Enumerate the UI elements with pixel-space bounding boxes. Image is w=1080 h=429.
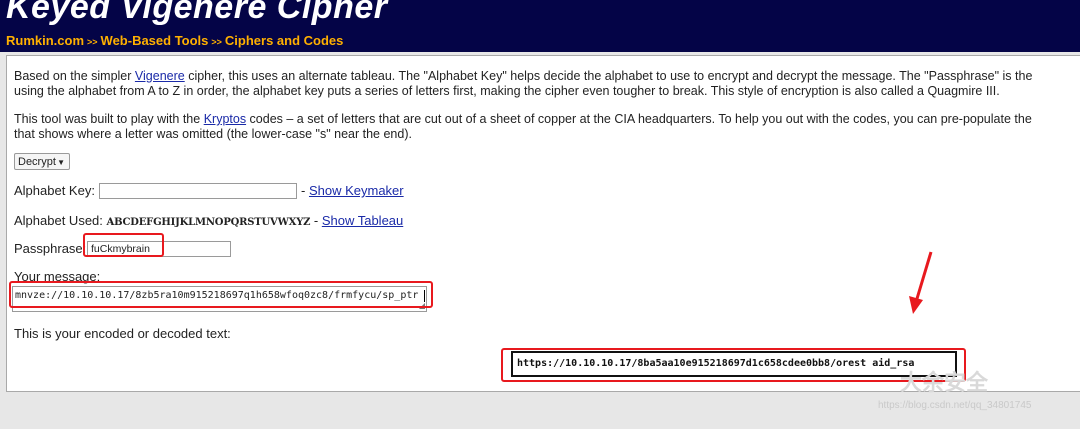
alphabet-used-value: ABCDEFGHIJKLMNOPQRSTUVWXYZ [106,217,311,228]
red-arrow-icon [909,251,933,314]
keymaker-row: - Show Keymaker [301,183,404,198]
passphrase-label: Passphrase: [14,241,87,256]
breadcrumb-home-link[interactable]: Rumkin.com [6,33,84,48]
intro-line-1: Based on the simpler Vigenere cipher, th… [14,69,1032,84]
alphabet-key-label: Alphabet Key: [14,183,95,198]
wechat-watermark: 大余安全 [900,370,989,395]
breadcrumb-tools-link[interactable]: Web-Based Tools [101,33,209,48]
mode-select-value: Decrypt [18,156,56,168]
intro-text: Based on the simpler [14,69,135,83]
intro-line-2: using the alphabet from A to Z in order,… [14,84,1000,98]
url-watermark: https://blog.csdn.net/qq_34801745 [878,400,1032,411]
breadcrumb: Rumkin.com >> Web-Based Tools >> Ciphers and… [6,33,343,48]
intro-line-3: This tool was built to play with the Kry… [14,112,1032,127]
intro-text: This tool was built to play with the [14,112,204,126]
message-highlight [9,281,433,308]
intro-text: cipher, this uses an alternate tableau. … [184,69,1033,83]
result-label: This is your encoded or decoded text: [14,326,231,341]
page-title: Keyed Vigenère Cipher [6,0,388,26]
show-tableau-link[interactable]: Show Tableau [322,213,403,228]
kryptos-link[interactable]: Kryptos [204,112,246,126]
intro-line-4: that shows where a letter was omitted (t… [14,127,412,141]
breadcrumb-ciphers-link[interactable]: Ciphers and Codes [225,33,343,48]
breadcrumb-separator: >> [211,37,222,47]
alphabet-used-label: Alphabet Used: [14,213,103,228]
breadcrumb-separator: >> [87,37,98,47]
site-header: Keyed Vigenère Cipher Rumkin.com >> Web-Ba… [0,0,1080,52]
passphrase-highlight [83,233,164,257]
mode-select[interactable]: Decrypt ▼ [14,153,70,170]
separator-dash: - [301,183,306,198]
intro-text: codes – a set of letters that are cut ou… [246,112,1032,126]
main-content: Based on the simpler Vigenere cipher, th… [6,55,1080,392]
vigenere-link[interactable]: Vigenere [135,69,185,83]
show-keymaker-link[interactable]: Show Keymaker [309,183,404,198]
alphabet-used-row: Alphabet Used: ABCDEFGHIJKLMNOPQRSTUVWXY… [14,213,403,228]
alphabet-key-input[interactable] [99,183,297,199]
separator-dash: - [313,213,319,228]
result-highlight [501,348,966,382]
dropdown-arrow-icon: ▼ [57,158,65,167]
alphabet-key-row: Alphabet Key: [14,183,95,198]
